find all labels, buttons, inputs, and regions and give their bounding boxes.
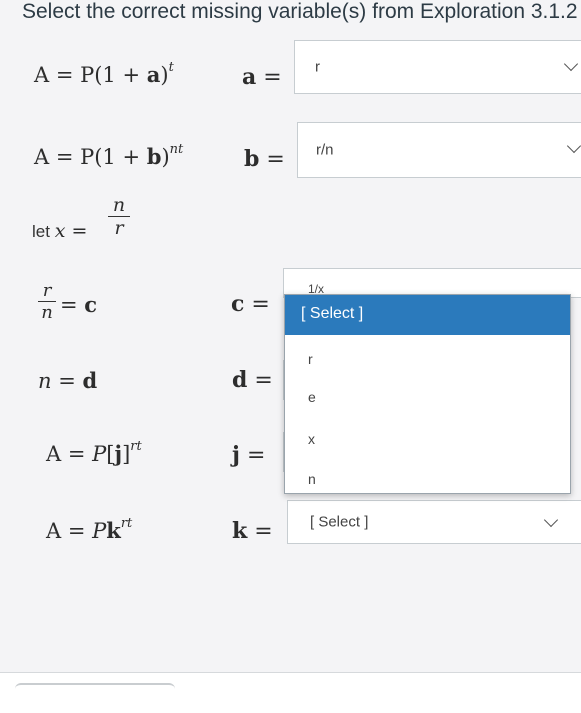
- var-label-j: j =: [232, 442, 266, 468]
- dropdown-option-label: x: [308, 431, 315, 447]
- var-label-k: k =: [232, 518, 273, 544]
- chevron-down-icon: [563, 56, 579, 72]
- fraction-r-over-n: rn: [38, 280, 56, 323]
- dropdown-option-e[interactable]: e: [285, 383, 570, 413]
- var-label-a: a =: [242, 64, 282, 90]
- question-title: Select the correct missing variable(s) f…: [22, 0, 578, 23]
- var-label-c: c =: [231, 291, 270, 317]
- dropdown-option-x[interactable]: x: [285, 425, 570, 455]
- dropdown-list[interactable]: [ Select ] r e x n: [284, 294, 571, 494]
- select-b-value: r/n: [316, 141, 334, 159]
- dropdown-option-label: n: [308, 471, 316, 487]
- select-k-value: [ Select ]: [310, 513, 369, 531]
- chevron-down-icon: [566, 138, 581, 154]
- equation-c: = c: [60, 292, 98, 317]
- equation-j: A = P[j]rt: [46, 439, 142, 466]
- equation-k: A = Pkrt: [46, 516, 133, 543]
- select-a-value: r: [315, 58, 320, 76]
- equation-let-x: let x =: [32, 220, 88, 242]
- dropdown-option-select[interactable]: [ Select ]: [285, 295, 570, 335]
- var-label-d: d =: [232, 367, 273, 393]
- dropdown-option-label: e: [308, 389, 316, 405]
- select-b[interactable]: r/n: [297, 122, 581, 178]
- dropdown-option-n[interactable]: n: [285, 465, 570, 495]
- select-a[interactable]: r: [294, 40, 581, 94]
- var-label-b: b =: [244, 146, 285, 172]
- equation-b: A = P(1 + b)nt: [34, 142, 184, 169]
- equation-a: A = P(1 + a)t: [34, 60, 174, 87]
- equation-d: n = d: [38, 368, 98, 393]
- select-k[interactable]: [ Select ]: [287, 500, 581, 544]
- card-edge: [15, 683, 175, 693]
- next-question-card: [0, 672, 581, 713]
- dropdown-option-label: [ Select ]: [301, 305, 364, 322]
- chevron-down-icon: [543, 512, 559, 528]
- dropdown-option-r[interactable]: r: [285, 345, 570, 375]
- dropdown-option-label: r: [308, 351, 313, 367]
- fraction-n-over-r: nr: [108, 194, 130, 239]
